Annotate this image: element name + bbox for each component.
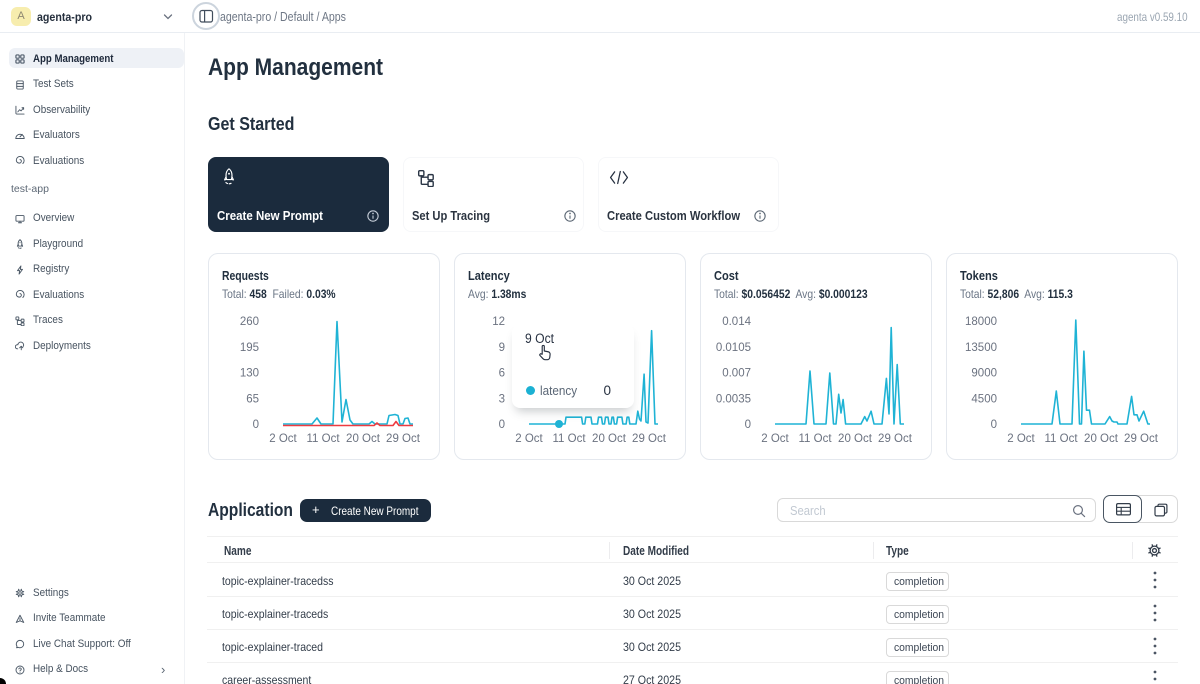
svg-text:130: 130 (240, 368, 259, 380)
svg-text:0.0105: 0.0105 (716, 342, 751, 354)
svg-text:11 Oct: 11 Oct (306, 433, 340, 445)
svg-text:2 Oct: 2 Oct (269, 433, 297, 445)
svg-text:260: 260 (240, 316, 259, 328)
svg-text:29 Oct: 29 Oct (878, 433, 913, 445)
svg-text:29 Oct: 29 Oct (386, 433, 421, 445)
svg-text:20 Oct: 20 Oct (1084, 433, 1119, 445)
svg-text:0.007: 0.007 (722, 368, 751, 380)
svg-text:4500: 4500 (971, 393, 997, 405)
svg-text:12: 12 (492, 316, 505, 328)
svg-text:0: 0 (499, 419, 505, 431)
svg-text:20 Oct: 20 Oct (592, 433, 627, 445)
svg-text:0: 0 (991, 419, 997, 431)
svg-text:3: 3 (499, 393, 505, 405)
svg-text:2 Oct: 2 Oct (1007, 433, 1035, 445)
svg-text:11 Oct: 11 Oct (798, 433, 832, 445)
svg-text:29 Oct: 29 Oct (1124, 433, 1159, 445)
svg-text:2 Oct: 2 Oct (761, 433, 789, 445)
svg-text:13500: 13500 (965, 342, 997, 354)
svg-text:18000: 18000 (965, 316, 997, 328)
svg-text:65: 65 (246, 393, 259, 405)
svg-text:20 Oct: 20 Oct (346, 433, 381, 445)
svg-text:0.014: 0.014 (722, 316, 751, 328)
svg-text:11 Oct: 11 Oct (1044, 433, 1078, 445)
svg-text:20 Oct: 20 Oct (838, 433, 873, 445)
svg-text:0: 0 (253, 419, 259, 431)
svg-text:9: 9 (499, 342, 505, 354)
svg-text:0: 0 (745, 419, 751, 431)
svg-text:0.0035: 0.0035 (716, 393, 751, 405)
svg-text:195: 195 (240, 342, 259, 354)
svg-text:6: 6 (499, 368, 505, 380)
svg-text:11 Oct: 11 Oct (552, 433, 586, 445)
svg-text:2 Oct: 2 Oct (515, 433, 543, 445)
svg-text:9000: 9000 (971, 368, 997, 380)
svg-text:29 Oct: 29 Oct (632, 433, 667, 445)
